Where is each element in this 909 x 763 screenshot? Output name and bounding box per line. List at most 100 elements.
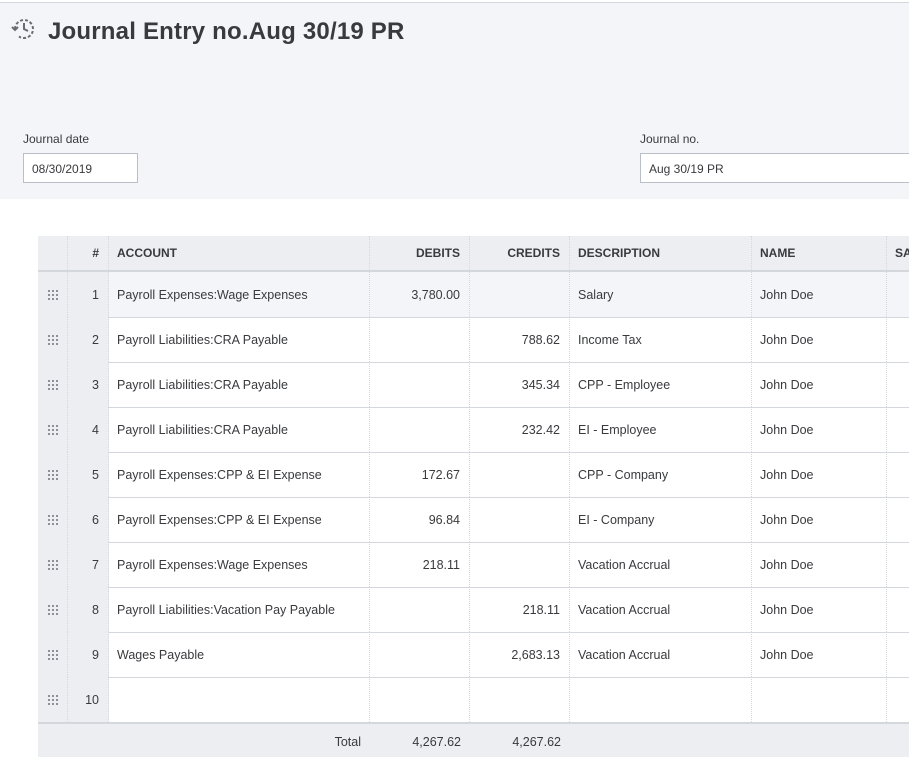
column-header-sales-tax: SA	[895, 246, 909, 260]
credits-cell[interactable]: 2,683.13	[470, 632, 570, 677]
column-header-description: DESCRIPTION	[570, 236, 752, 270]
debits-cell[interactable]	[370, 632, 470, 677]
drag-handle-icon[interactable]	[38, 317, 68, 362]
row-number: 7	[68, 542, 109, 587]
description-cell[interactable]	[570, 677, 752, 722]
account-cell[interactable]: Payroll Expenses:CPP & EI Expense	[109, 452, 370, 497]
sales-tax-cell[interactable]	[887, 362, 909, 407]
drag-handle-icon[interactable]	[38, 542, 68, 587]
drag-handle-icon[interactable]	[38, 452, 68, 497]
debits-cell[interactable]	[370, 407, 470, 452]
table-row[interactable]: 8 Payroll Liabilities:Vacation Pay Payabl…	[38, 587, 909, 633]
credits-cell[interactable]: 788.62	[470, 317, 570, 362]
credits-cell[interactable]	[470, 677, 570, 722]
description-cell[interactable]: CPP - Employee	[570, 362, 752, 407]
account-cell[interactable]: Payroll Expenses:Wage Expenses	[109, 542, 370, 587]
sales-tax-cell[interactable]	[887, 677, 909, 722]
total-credits: 4,267.62	[512, 734, 561, 749]
name-cell[interactable]: John Doe	[752, 407, 887, 452]
credits-cell[interactable]: 232.42	[470, 407, 570, 452]
credits-cell[interactable]	[470, 272, 570, 317]
drag-handle-icon[interactable]	[38, 272, 68, 317]
drag-handle-icon[interactable]	[38, 677, 68, 722]
name-cell[interactable]: John Doe	[752, 587, 887, 632]
description-cell[interactable]: Income Tax	[570, 317, 752, 362]
name-cell[interactable]: John Doe	[752, 542, 887, 587]
table-row[interactable]: 5 Payroll Expenses:CPP & EI Expense 172.67…	[38, 452, 909, 498]
account-cell[interactable]: Payroll Liabilities:Vacation Pay Payable	[109, 587, 370, 632]
sales-tax-cell[interactable]	[887, 272, 909, 317]
table-header-row: # ACCOUNT DEBITS CREDITS DESCRIPTION NAM…	[38, 236, 909, 272]
drag-handle-icon[interactable]	[38, 632, 68, 677]
row-number: 9	[68, 632, 109, 677]
account-cell[interactable]: Payroll Expenses:CPP & EI Expense	[109, 497, 370, 542]
row-number: 10	[68, 677, 109, 722]
row-number: 5	[68, 452, 109, 497]
debits-cell[interactable]: 218.11	[370, 542, 470, 587]
account-cell[interactable]: Payroll Liabilities:CRA Payable	[109, 317, 370, 362]
total-label: Total	[334, 734, 361, 749]
drag-handle-icon[interactable]	[38, 497, 68, 542]
credits-cell[interactable]	[470, 452, 570, 497]
account-cell[interactable]: Payroll Liabilities:CRA Payable	[109, 407, 370, 452]
sales-tax-cell[interactable]	[887, 587, 909, 632]
credits-cell[interactable]	[470, 542, 570, 587]
drag-handle-icon[interactable]	[38, 587, 68, 632]
debits-cell[interactable]: 96.84	[370, 497, 470, 542]
description-cell[interactable]: Salary	[570, 272, 752, 317]
row-number: 6	[68, 497, 109, 542]
account-cell[interactable]	[109, 677, 370, 722]
debits-cell[interactable]: 3,780.00	[370, 272, 470, 317]
name-cell[interactable]: John Doe	[752, 497, 887, 542]
table-row[interactable]: 1 Payroll Expenses:Wage Expenses 3,780.00 S…	[38, 272, 909, 318]
sales-tax-cell[interactable]	[887, 632, 909, 677]
description-cell[interactable]: EI - Company	[570, 497, 752, 542]
journal-date-label: Journal date	[23, 132, 90, 146]
name-cell[interactable]: John Doe	[752, 452, 887, 497]
account-cell[interactable]: Wages Payable	[109, 632, 370, 677]
name-cell[interactable]: John Doe	[752, 362, 887, 407]
table-row[interactable]: 9 Wages Payable 2,683.13 Vacation Accrual Jo…	[38, 632, 909, 678]
name-cell[interactable]: John Doe	[752, 272, 887, 317]
journal-no-field[interactable]: Aug 30/19 PR	[640, 153, 909, 183]
account-cell[interactable]: Payroll Liabilities:CRA Payable	[109, 362, 370, 407]
credits-cell[interactable]: 345.34	[470, 362, 570, 407]
credits-cell[interactable]	[470, 497, 570, 542]
name-cell[interactable]: John Doe	[752, 317, 887, 362]
description-cell[interactable]: Vacation Accrual	[570, 632, 752, 677]
table-row[interactable]: 3 Payroll Liabilities:CRA Payable 345.34 CP…	[38, 362, 909, 408]
row-number: 4	[68, 407, 109, 452]
description-cell[interactable]: Vacation Accrual	[570, 542, 752, 587]
table-row[interactable]: 2 Payroll Liabilities:CRA Payable 788.62 In…	[38, 317, 909, 363]
drag-handle-icon[interactable]	[38, 362, 68, 407]
sales-tax-cell[interactable]	[887, 497, 909, 542]
name-cell[interactable]: John Doe	[752, 632, 887, 677]
sales-tax-cell[interactable]	[887, 452, 909, 497]
debits-cell[interactable]	[370, 362, 470, 407]
recurring-history-icon[interactable]	[10, 15, 38, 48]
debits-cell[interactable]	[370, 677, 470, 722]
table-row[interactable]: 4 Payroll Liabilities:CRA Payable 232.42 EI…	[38, 407, 909, 453]
debits-cell[interactable]	[370, 587, 470, 632]
row-number: 1	[68, 272, 109, 317]
description-cell[interactable]: CPP - Company	[570, 452, 752, 497]
table-row[interactable]: 7 Payroll Expenses:Wage Expenses 218.11 Vac…	[38, 542, 909, 588]
description-cell[interactable]: EI - Employee	[570, 407, 752, 452]
row-number: 2	[68, 317, 109, 362]
description-cell[interactable]: Vacation Accrual	[570, 587, 752, 632]
debits-cell[interactable]	[370, 317, 470, 362]
name-cell[interactable]	[752, 677, 887, 722]
table-row[interactable]: 10	[38, 677, 909, 723]
sales-tax-cell[interactable]	[887, 407, 909, 452]
journal-date-field[interactable]: 08/30/2019	[23, 153, 138, 183]
drag-handle-icon[interactable]	[38, 407, 68, 452]
column-header-num: #	[68, 236, 109, 270]
account-cell[interactable]: Payroll Expenses:Wage Expenses	[109, 272, 370, 317]
debits-cell[interactable]: 172.67	[370, 452, 470, 497]
credits-cell[interactable]: 218.11	[470, 587, 570, 632]
drag-column-header	[38, 236, 68, 270]
journal-header: Journal Entry no.Aug 30/19 PR Journal da…	[0, 2, 909, 199]
sales-tax-cell[interactable]	[887, 542, 909, 587]
table-row[interactable]: 6 Payroll Expenses:CPP & EI Expense 96.84 E…	[38, 497, 909, 543]
sales-tax-cell[interactable]	[887, 317, 909, 362]
